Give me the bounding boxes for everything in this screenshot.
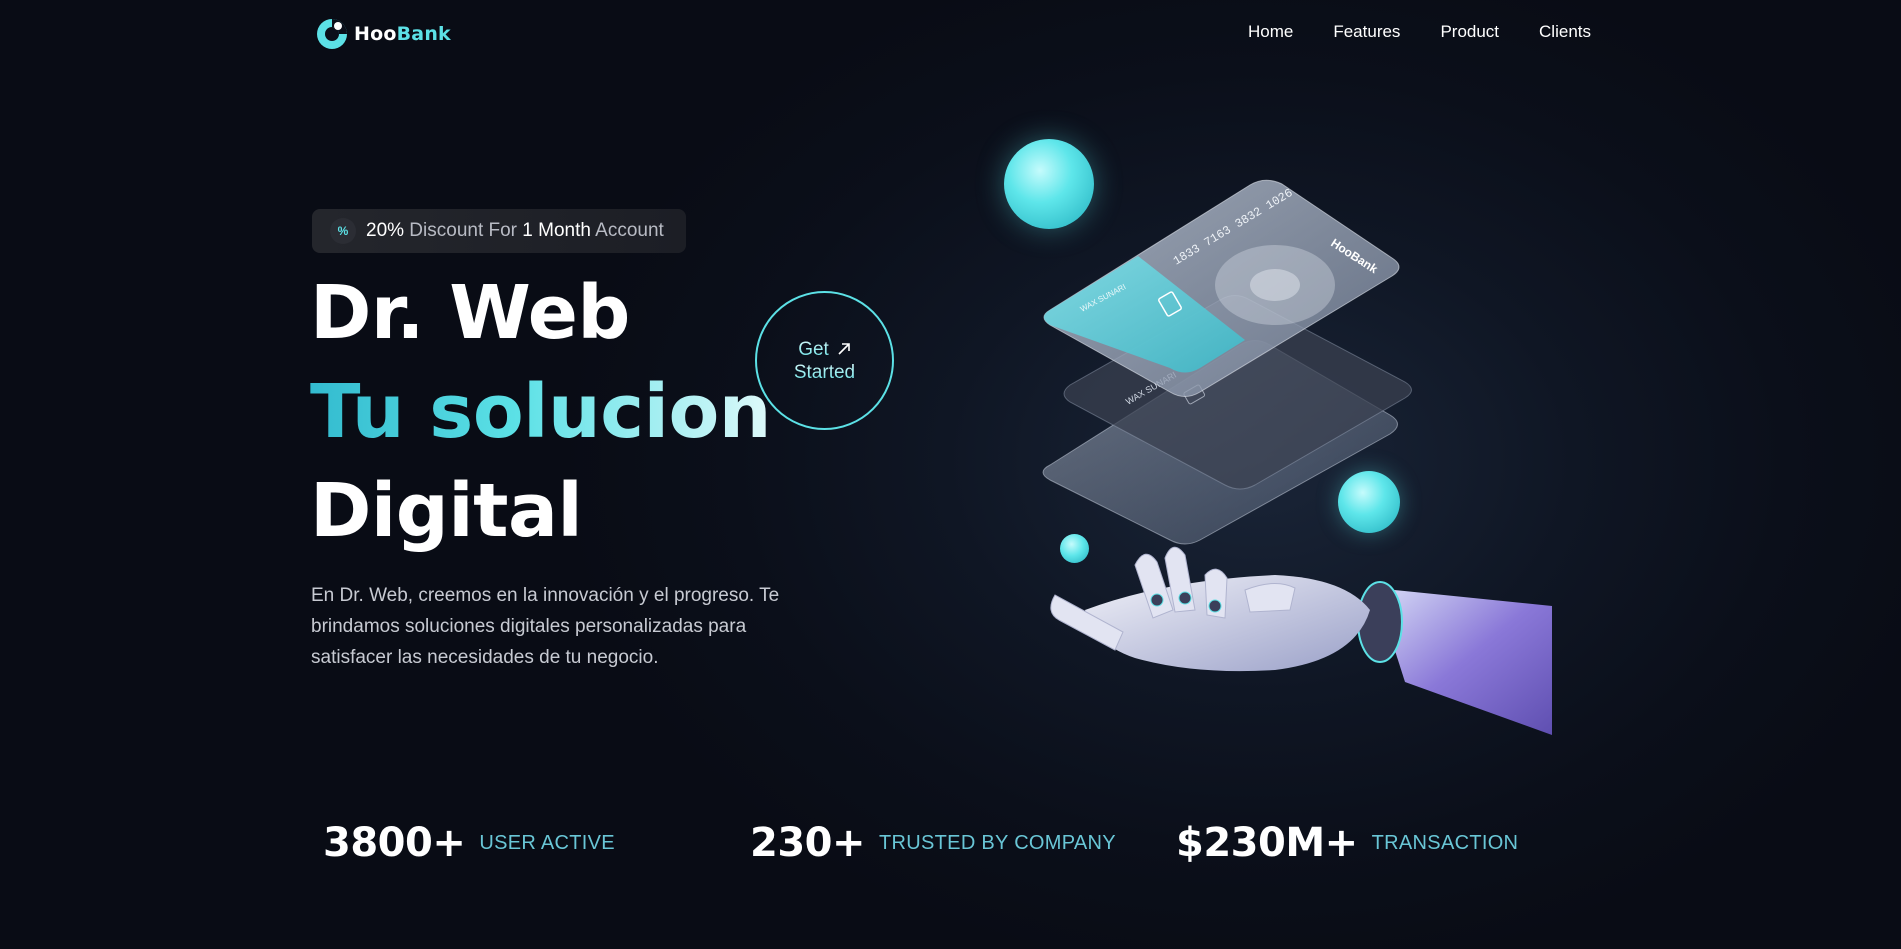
percent-icon: % [330, 218, 356, 244]
logo-icon [317, 19, 347, 49]
hero-description: En Dr. Web, creemos en la innovación y e… [311, 585, 780, 668]
brand-name-part1: Hoo [354, 23, 397, 45]
main-nav: Home Features Product Clients [1248, 22, 1591, 42]
discount-text: 20% Discount For 1 Month Account [366, 220, 664, 242]
robot-hand-illustration [1050, 546, 1552, 735]
stat-value: 3800+ [323, 820, 466, 866]
stacked-cards-illustration: WAX SUNARI 1833 7163 3832 1026 WAX SUNAR… [1042, 179, 1412, 545]
discount-percent: 20% [366, 220, 405, 241]
stat-label: USER ACTIVE [479, 831, 615, 854]
discount-text-1: Discount For [404, 220, 523, 241]
hero-title-line1: Dr. Web [310, 270, 630, 356]
nav-product[interactable]: Product [1440, 22, 1499, 42]
hero-title-line3: Digital [310, 468, 583, 554]
stat-label: TRANSACTION [1371, 831, 1519, 854]
get-started-label-2: Started [793, 361, 856, 383]
brand-logo[interactable]: HooBank [314, 16, 451, 52]
stat-users: 3800+ USER ACTIVE [323, 820, 615, 866]
nav-features[interactable]: Features [1333, 22, 1400, 42]
nav-home[interactable]: Home [1248, 22, 1293, 42]
hero-title-line2: Tu solucion [310, 369, 771, 455]
brand-name-part2: Bank [396, 23, 451, 45]
stat-value: $230M+ [1176, 820, 1358, 866]
get-started-label-1: Get [798, 338, 829, 360]
discount-text-2: Account [590, 220, 664, 241]
stat-transactions: $230M+ TRANSACTION [1176, 820, 1518, 866]
get-started-button[interactable]: Get Started [755, 291, 894, 430]
nav-clients[interactable]: Clients [1539, 22, 1591, 42]
brand-name: HooBank [354, 23, 451, 45]
arrow-up-right-icon [838, 343, 850, 355]
discount-badge: % 20% Discount For 1 Month Account [312, 209, 686, 253]
stat-companies: 230+ TRUSTED BY COMPANY [750, 820, 1116, 866]
stat-label: TRUSTED BY COMPANY [879, 831, 1116, 854]
stat-value: 230+ [750, 820, 866, 866]
discount-months: 1 Month [522, 220, 591, 241]
